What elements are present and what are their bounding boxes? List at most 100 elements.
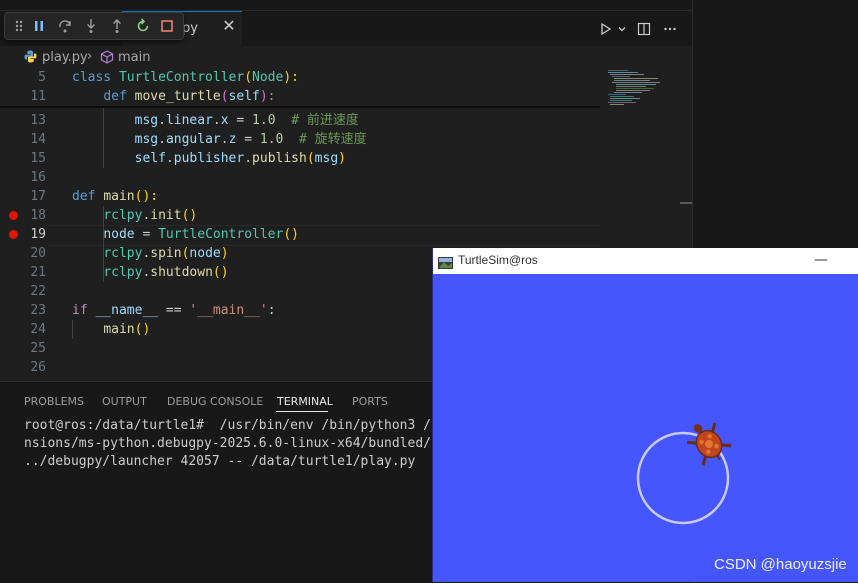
- code-text: msg.angular.z = 1.0 # 旋转速度: [72, 130, 367, 149]
- code-token: node: [189, 246, 221, 261]
- editor-tab-label: py: [182, 21, 198, 36]
- code-token: msg: [314, 151, 339, 166]
- breadcrumb-file[interactable]: play.py: [42, 50, 88, 65]
- code-token: shutdown: [150, 265, 213, 280]
- code-text: self.publisher.publish(msg): [72, 149, 346, 168]
- line-number: 15: [30, 151, 46, 166]
- more-actions-icon[interactable]: [660, 20, 680, 38]
- code-token: (: [220, 89, 229, 104]
- chevron-down-icon[interactable]: [612, 20, 632, 38]
- drag-handle-icon[interactable]: [9, 16, 29, 36]
- minimap-line: [612, 82, 660, 83]
- step-out-icon[interactable]: [107, 16, 127, 36]
- terminal-line: nsions/ms-python.debugpy-2025.6.0-linux-…: [24, 436, 486, 451]
- code-token: (): [212, 265, 229, 280]
- close-icon[interactable]: ✕: [221, 18, 237, 34]
- code-token: # 旋转速度: [299, 132, 367, 147]
- code-text: class TurtleController(Node):: [72, 68, 299, 87]
- code-token: msg: [134, 132, 159, 147]
- code-token: publisher: [173, 151, 245, 166]
- watermark: CSDN @haoyuzsjie: [714, 556, 847, 573]
- line-number: 21: [30, 265, 46, 280]
- code-line[interactable]: 11 def move_turtle(self):: [0, 87, 600, 106]
- minimize-button[interactable]: —: [813, 252, 829, 268]
- code-line[interactable]: 16: [0, 168, 600, 187]
- minimap-line: [616, 90, 650, 91]
- code-token: .: [165, 151, 174, 166]
- code-token: self: [134, 151, 166, 166]
- split-editor-icon[interactable]: [634, 20, 654, 38]
- tab-debug-console[interactable]: DEBUG CONSOLE: [167, 395, 263, 408]
- turtlesim-canvas: [636, 422, 732, 525]
- step-over-icon[interactable]: [55, 16, 75, 36]
- indent-guide: [72, 320, 73, 339]
- python-file-icon: [24, 50, 37, 67]
- chevron-right-icon: ›: [87, 49, 93, 64]
- line-number: 17: [30, 189, 46, 204]
- code-line[interactable]: 5 class TurtleController(Node):: [0, 68, 600, 87]
- code-text: msg.linear.x = 1.0 # 前进速度: [72, 111, 359, 130]
- code-line[interactable]: 15 self.publisher.publish(msg): [0, 149, 600, 168]
- code-token: (): [283, 227, 299, 242]
- code-line[interactable]: 18 rclpy.init(): [0, 206, 600, 225]
- breadcrumb-symbol[interactable]: main: [118, 50, 150, 65]
- pause-icon[interactable]: [29, 16, 49, 36]
- minimap-line: [608, 94, 626, 95]
- code-token: main: [103, 189, 135, 204]
- code-text: node = TurtleController(): [72, 225, 299, 244]
- turtlesim-title-bar[interactable]: TurtleSim@ros —: [433, 248, 858, 274]
- code-line[interactable]: 17 def main():: [0, 187, 600, 206]
- line-number: 13: [30, 113, 46, 128]
- breadcrumb: play.py › main: [0, 46, 692, 68]
- code-token: __name__: [95, 303, 159, 318]
- code-token: (): [134, 322, 151, 337]
- line-number: 18: [30, 208, 46, 223]
- step-into-icon[interactable]: [81, 16, 101, 36]
- active-tab-indicator: [276, 411, 328, 412]
- code-token: def: [103, 89, 135, 104]
- code-token: (): [181, 208, 198, 223]
- restart-icon[interactable]: [133, 16, 153, 36]
- code-token: def: [72, 189, 104, 204]
- code-text: rclpy.shutdown(): [72, 263, 229, 282]
- code-token: rclpy: [103, 246, 143, 261]
- code-token: 1.0: [252, 113, 276, 128]
- line-number: 20: [30, 246, 46, 261]
- minimap-line: [616, 84, 656, 85]
- code-token: .: [244, 151, 253, 166]
- tab-output[interactable]: OUTPUT: [102, 395, 147, 408]
- code-token: init: [150, 208, 182, 223]
- minimap-line: [608, 72, 638, 73]
- title-bar: [0, 0, 692, 11]
- code-token: ==: [158, 303, 190, 318]
- terminal-output[interactable]: root@ros:/data/turtle1# /usr/bin/env /bi…: [24, 417, 486, 471]
- minimap-line: [610, 100, 632, 101]
- stop-icon[interactable]: [157, 16, 177, 36]
- code-token: .: [220, 132, 229, 147]
- code-token: publish: [252, 151, 307, 166]
- code-token: angular: [165, 132, 221, 147]
- code-token: x: [220, 113, 229, 128]
- tab-ports[interactable]: PORTS: [352, 395, 388, 408]
- code-token: move_turtle: [134, 89, 221, 104]
- minimap-line: [610, 98, 640, 99]
- code-token: rclpy: [103, 208, 143, 223]
- line-number: 16: [30, 170, 46, 185]
- code-token: '__main__': [189, 303, 268, 318]
- line-number: 24: [30, 322, 46, 337]
- code-token: 1.0: [259, 132, 284, 147]
- line-number: 14: [30, 132, 46, 147]
- tab-terminal[interactable]: TERMINAL: [277, 395, 333, 408]
- turtlesim-app-icon: [438, 254, 453, 269]
- indent-guide: [103, 108, 104, 168]
- tab-problems[interactable]: PROBLEMS: [24, 395, 84, 408]
- code-line[interactable]: 13 msg.linear.x = 1.0 # 前进速度: [0, 111, 600, 130]
- code-line[interactable]: 14 msg.angular.z = 1.0 # 旋转速度: [0, 130, 600, 149]
- code-token: node: [103, 227, 135, 242]
- code-token: if: [72, 303, 96, 318]
- code-line[interactable]: 19 node = TurtleController(): [0, 225, 600, 244]
- minimap-line: [616, 88, 654, 89]
